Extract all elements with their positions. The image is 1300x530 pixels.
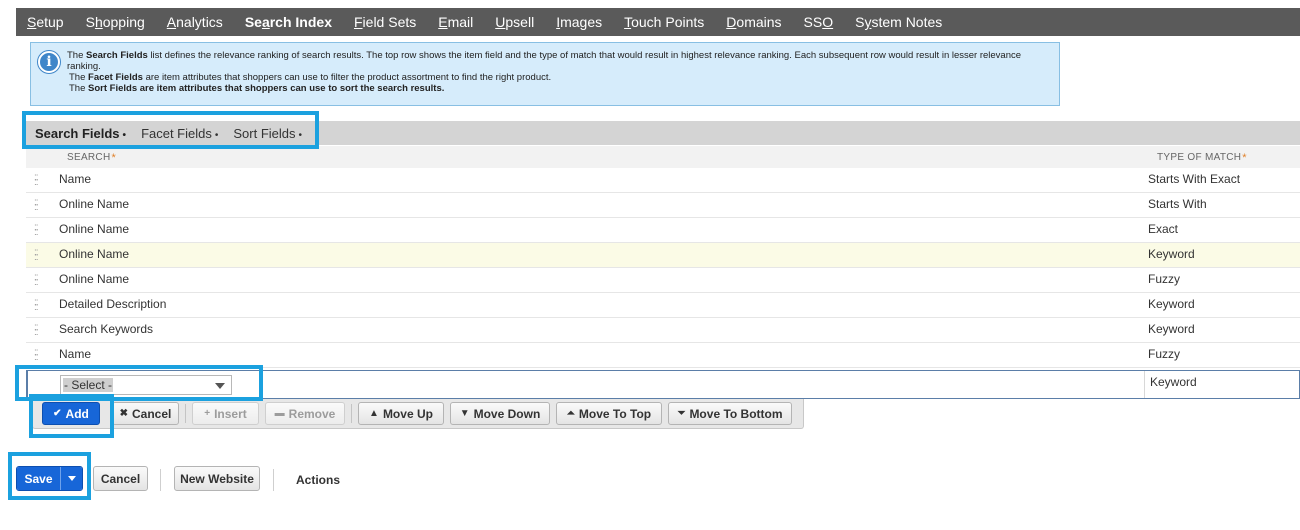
search-field-cell: Online Name	[59, 247, 130, 261]
type-of-match-cell: Keyword	[1148, 247, 1195, 261]
nav-item[interactable]: Domains	[715, 8, 792, 36]
search-field-cell: Online Name	[59, 272, 130, 286]
subtabs: Search Fields • Facet Fields • Sort Fields…	[35, 124, 317, 142]
tab-sort-fields[interactable]: Sort Fields •	[233, 126, 302, 141]
nav-item[interactable]: Search Index	[234, 8, 343, 36]
search-field-cell: Name	[59, 347, 92, 361]
nav-item[interactable]: Email	[427, 8, 484, 36]
table-row[interactable]: :::: Online Name Fuzzy	[26, 268, 1300, 293]
nav-item[interactable]: Images	[545, 8, 613, 36]
search-field-cell: Name	[59, 172, 92, 186]
move-to-bottom-button[interactable]: ⏷ Move To Bottom	[668, 402, 792, 425]
column-header-search: SEARCH*	[67, 152, 117, 164]
type-of-match-cell: Starts With	[1148, 197, 1207, 211]
nav-item[interactable]: Touch Points	[613, 8, 715, 36]
info-icon: i	[38, 51, 60, 73]
nav-item[interactable]: Setup	[16, 8, 75, 36]
search-field-select[interactable]: - Select -	[60, 375, 232, 395]
plus-icon: +	[204, 407, 211, 419]
divider	[160, 469, 161, 491]
search-field-cell: Search Keywords	[59, 322, 154, 336]
save-button[interactable]: Save	[17, 467, 60, 490]
divider	[351, 404, 352, 423]
drag-handle-icon[interactable]: ::::	[34, 323, 42, 338]
search-field-cell: Detailed Description	[59, 297, 167, 311]
table-row[interactable]: :::: Detailed Description Keyword	[26, 293, 1300, 318]
type-of-match-cell: Fuzzy	[1148, 272, 1181, 286]
move-down-button[interactable]: ▼ Move Down	[450, 402, 550, 425]
caret-down-icon	[67, 476, 76, 481]
close-icon: ✖	[119, 407, 129, 419]
type-of-match-cell: Starts With Exact	[1148, 172, 1241, 186]
move-up-button[interactable]: ▲ Move Up	[358, 402, 444, 425]
column-divider	[1144, 371, 1145, 398]
nav-item[interactable]: Analytics	[156, 8, 234, 36]
info-line-3: The Facet Fields are item attributes tha…	[69, 72, 552, 83]
drag-handle-icon[interactable]: ::::	[34, 273, 42, 288]
drag-handle-icon[interactable]: ::::	[34, 223, 42, 238]
select-value: - Select -	[63, 378, 114, 392]
chevron-down-icon	[215, 383, 225, 389]
actions-menu[interactable]: Actions	[296, 473, 340, 487]
new-website-button[interactable]: New Website	[174, 466, 260, 491]
drag-handle-icon[interactable]: ::::	[34, 198, 42, 213]
nav-item[interactable]: SSO	[793, 8, 845, 36]
table-header: SEARCH* TYPE OF MATCH*	[26, 146, 1300, 168]
move-to-top-icon: ⏶	[566, 407, 575, 419]
edit-row: - Select - Keyword	[26, 370, 1300, 399]
row-button-bar: ✔ Add ✖ Cancel + Insert ▬ Remove ▲ Move Up ▼ M…	[32, 399, 804, 429]
info-line-1: The Search Fields list defines the relev…	[67, 50, 1022, 61]
search-fields-table: :::: Name Starts With Exact:::: Online Name…	[26, 168, 1300, 368]
drag-handle-icon[interactable]: ::::	[34, 173, 42, 188]
info-line-4: The Sort Fields are item attributes that…	[69, 83, 445, 94]
save-button-group: Save	[16, 466, 83, 491]
search-field-cell: Online Name	[59, 222, 130, 236]
nav-item[interactable]: Upsell	[484, 8, 545, 36]
check-icon: ✔	[53, 407, 62, 419]
move-to-top-button[interactable]: ⏶ Move To Top	[556, 402, 662, 425]
table-row[interactable]: :::: Search Keywords Keyword	[26, 318, 1300, 343]
table-row[interactable]: :::: Online Name Exact	[26, 218, 1300, 243]
search-field-cell: Online Name	[59, 197, 130, 211]
table-row[interactable]: :::: Name Fuzzy	[26, 343, 1300, 368]
arrow-up-icon: ▲	[369, 407, 379, 419]
type-of-match-cell[interactable]: Keyword	[1150, 375, 1197, 389]
type-of-match-cell: Keyword	[1148, 297, 1195, 311]
arrow-down-icon: ▼	[459, 407, 470, 419]
table-row[interactable]: :::: Name Starts With Exact	[26, 168, 1300, 193]
info-box: i The Search Fields list defines the rel…	[30, 42, 1060, 106]
tab-search-fields[interactable]: Search Fields •	[35, 126, 126, 141]
cancel-row-button[interactable]: ✖ Cancel	[112, 402, 179, 425]
nav-item[interactable]: System Notes	[844, 8, 953, 36]
divider	[185, 404, 186, 423]
type-of-match-cell: Fuzzy	[1148, 347, 1181, 361]
save-dropdown-button[interactable]	[60, 467, 82, 490]
trash-icon: ▬	[274, 407, 285, 419]
drag-handle-icon[interactable]: ::::	[34, 248, 42, 263]
insert-button[interactable]: + Insert	[192, 402, 259, 425]
divider	[273, 469, 274, 491]
info-line-2: ranking.	[67, 61, 101, 72]
type-of-match-cell: Exact	[1148, 222, 1179, 236]
nav-item[interactable]: Shopping	[75, 8, 156, 36]
table-row[interactable]: :::: Online Name Keyword	[26, 243, 1300, 268]
add-button[interactable]: ✔ Add	[42, 402, 100, 425]
type-of-match-cell: Keyword	[1148, 322, 1195, 336]
cancel-button[interactable]: Cancel	[93, 466, 148, 491]
remove-button[interactable]: ▬ Remove	[265, 402, 345, 425]
top-nav: Setup Shopping Analytics Search Index Field …	[16, 8, 1300, 36]
drag-handle-icon[interactable]: ::::	[34, 298, 42, 313]
column-header-type-of-match: TYPE OF MATCH*	[1157, 152, 1247, 164]
move-to-bottom-icon: ⏷	[677, 407, 686, 419]
table-row[interactable]: :::: Online Name Starts With	[26, 193, 1300, 218]
drag-handle-icon[interactable]: ::::	[34, 348, 42, 363]
tab-facet-fields[interactable]: Facet Fields •	[141, 126, 218, 141]
nav-item[interactable]: Field Sets	[343, 8, 427, 36]
